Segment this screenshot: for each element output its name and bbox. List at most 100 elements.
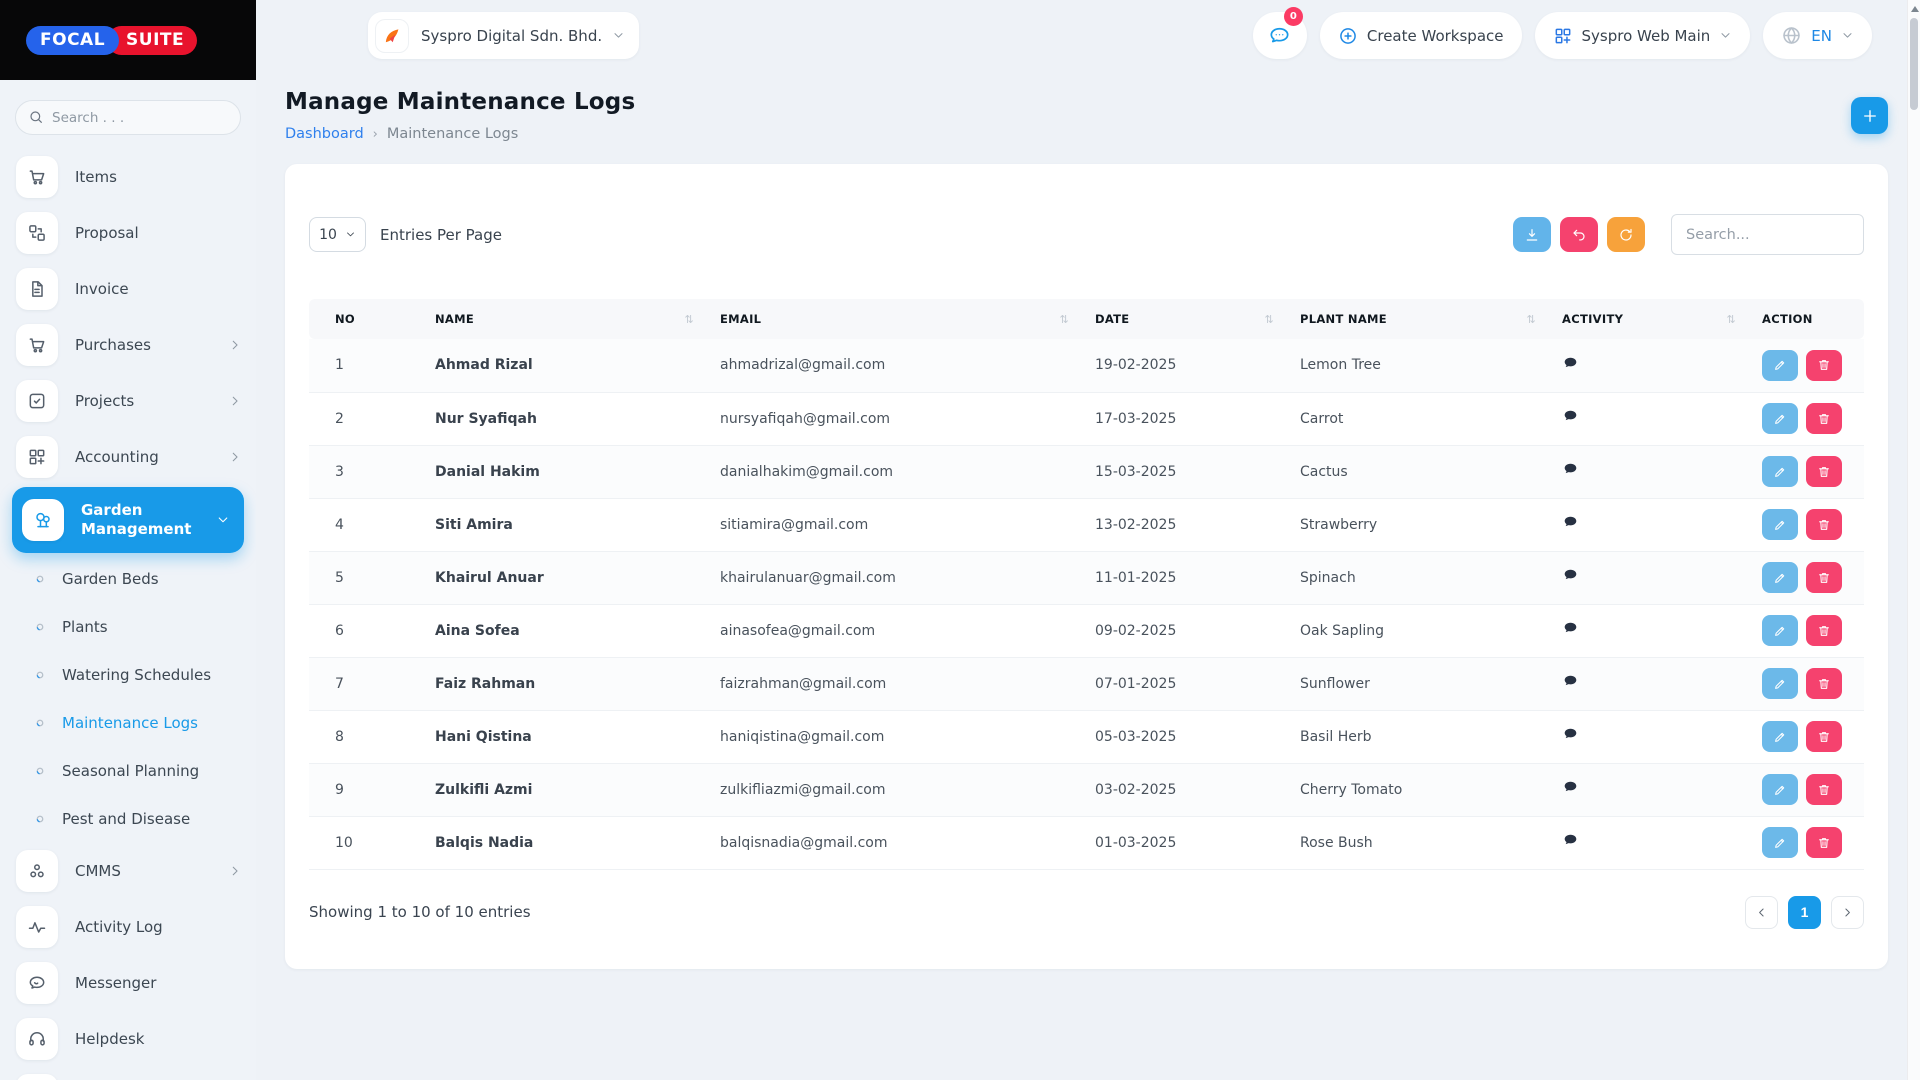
edit-button[interactable] — [1762, 509, 1798, 540]
sidebar-item-garden-management[interactable]: Garden Management — [12, 487, 244, 553]
column-header-activity[interactable]: ACTIVITY ⇅ — [1546, 299, 1746, 339]
workflow-icon — [16, 212, 58, 254]
workspace-name: Syspro Digital Sdn. Bhd. — [421, 26, 603, 45]
page-1-button[interactable]: 1 — [1788, 895, 1821, 929]
cell-no: 7 — [309, 657, 419, 711]
sidebar-item-cmms[interactable]: CMMS — [0, 843, 256, 899]
column-header-email[interactable]: EMAIL ⇅ — [704, 299, 1079, 339]
edit-button[interactable] — [1762, 721, 1798, 752]
table-row: 1 Ahmad Rizal ahmadrizal@gmail.com 19-02… — [309, 339, 1864, 393]
sidebar-subitem-pest-and-disease[interactable]: Pest and Disease — [0, 795, 256, 843]
headset-icon — [16, 1018, 58, 1060]
sidebar-item-accounting[interactable]: Accounting — [0, 429, 256, 485]
delete-button[interactable] — [1806, 349, 1842, 381]
delete-button[interactable] — [1806, 562, 1842, 593]
breadcrumb-dashboard-link[interactable]: Dashboard — [285, 126, 364, 142]
cell-plant-name: Oak Sapling — [1284, 604, 1546, 658]
activity-comment-icon[interactable] — [1562, 514, 1579, 531]
sort-icon[interactable]: ⇅ — [1526, 313, 1536, 326]
activity-comment-icon[interactable] — [1562, 673, 1579, 690]
sidebar-item-proposal[interactable]: Proposal — [0, 205, 256, 261]
sidebar-item-projects[interactable]: Projects — [0, 373, 256, 429]
language-selector[interactable]: EN — [1763, 12, 1872, 59]
pagination: 1 — [1745, 895, 1864, 929]
cell-email: faizrahman@gmail.com — [704, 657, 1079, 711]
activity-comment-icon[interactable] — [1562, 567, 1579, 584]
sidebar-item-helpdesk[interactable]: Helpdesk — [0, 1011, 256, 1067]
sidebar-subitem-watering-schedules[interactable]: Watering Schedules — [0, 651, 256, 699]
column-header-plant-name[interactable]: PLANT NAME ⇅ — [1284, 299, 1546, 339]
sort-icon[interactable]: ⇅ — [1059, 313, 1069, 326]
prev-page-button[interactable] — [1745, 895, 1778, 929]
edit-button[interactable] — [1762, 456, 1798, 487]
page-scrollbar[interactable] — [1907, 0, 1920, 1080]
cell-plant-name: Spinach — [1284, 551, 1546, 605]
next-page-button[interactable] — [1831, 895, 1864, 929]
sidebar: FOCAL SUITE Items Proposal Invoice Purch… — [0, 0, 256, 1080]
delete-button[interactable] — [1806, 615, 1842, 646]
workspace-selector[interactable]: Syspro Digital Sdn. Bhd. — [368, 12, 640, 59]
activity-comment-icon[interactable] — [1562, 620, 1579, 637]
activity-comment-icon[interactable] — [1562, 832, 1579, 849]
cell-date: 09-02-2025 — [1079, 604, 1284, 658]
table-row: 8 Hani Qistina haniqistina@gmail.com 05-… — [309, 710, 1864, 764]
cell-email: haniqistina@gmail.com — [704, 710, 1079, 764]
column-header-date[interactable]: DATE ⇅ — [1079, 299, 1284, 339]
create-workspace-button[interactable]: Create Workspace — [1319, 12, 1522, 59]
refresh-button[interactable] — [1607, 217, 1645, 252]
edit-button[interactable] — [1762, 774, 1798, 805]
table-row: 4 Siti Amira sitiamira@gmail.com 13-02-2… — [309, 498, 1864, 552]
delete-button[interactable] — [1806, 456, 1842, 487]
delete-button[interactable] — [1806, 403, 1842, 434]
messages-button[interactable]: 0 — [1252, 7, 1307, 59]
sort-icon[interactable]: ⇅ — [1726, 313, 1736, 326]
table-row: 10 Balqis Nadia balqisnadia@gmail.com 01… — [309, 816, 1864, 870]
sidebar-subitem-seasonal-planning[interactable]: Seasonal Planning — [0, 747, 256, 795]
edit-button[interactable] — [1762, 827, 1798, 858]
sidebar-search-input[interactable] — [15, 100, 241, 135]
sidebar-item-items[interactable]: Items — [0, 149, 256, 205]
edit-button[interactable] — [1762, 668, 1798, 699]
entries-per-page-select[interactable]: 10 — [309, 217, 366, 252]
download-button[interactable] — [1513, 217, 1551, 252]
cell-name: Nur Syafiqah — [419, 392, 704, 446]
sidebar-item-settings[interactable]: Settings — [0, 1067, 256, 1080]
activity-comment-icon[interactable] — [1562, 726, 1579, 743]
delete-button[interactable] — [1806, 668, 1842, 699]
app-menu-button[interactable]: Syspro Web Main — [1534, 12, 1751, 59]
cell-name: Faiz Rahman — [419, 657, 704, 711]
add-log-button[interactable] — [1851, 97, 1888, 134]
edit-button[interactable] — [1762, 349, 1798, 381]
sort-icon[interactable]: ⇅ — [1264, 313, 1274, 326]
delete-button[interactable] — [1806, 721, 1842, 752]
sidebar-item-purchases[interactable]: Purchases — [0, 317, 256, 373]
activity-comment-icon[interactable] — [1562, 779, 1579, 796]
cell-name: Balqis Nadia — [419, 816, 704, 870]
delete-button[interactable] — [1806, 827, 1842, 858]
activity-comment-icon[interactable] — [1562, 355, 1579, 372]
delete-button[interactable] — [1806, 509, 1842, 540]
sidebar-item-activity-log[interactable]: Activity Log — [0, 899, 256, 955]
column-header-name[interactable]: NAME ⇅ — [419, 299, 704, 339]
scrollbar-thumb[interactable] — [1910, 18, 1918, 110]
sidebar-subitem-garden-beds[interactable]: Garden Beds — [0, 555, 256, 603]
invoice-icon — [16, 268, 58, 310]
sort-icon[interactable]: ⇅ — [684, 313, 694, 326]
table-search-input[interactable] — [1671, 214, 1864, 255]
sidebar-item-invoice[interactable]: Invoice — [0, 261, 256, 317]
cell-email: zulkifliazmi@gmail.com — [704, 763, 1079, 817]
activity-comment-icon[interactable] — [1562, 461, 1579, 478]
undo-button[interactable] — [1560, 217, 1598, 252]
sidebar-subitem-plants[interactable]: Plants — [0, 603, 256, 651]
cell-name: Danial Hakim — [419, 445, 704, 499]
edit-button[interactable] — [1762, 562, 1798, 593]
cell-date: 19-02-2025 — [1079, 339, 1284, 393]
sidebar-item-messenger[interactable]: Messenger — [0, 955, 256, 1011]
edit-button[interactable] — [1762, 615, 1798, 646]
activity-comment-icon[interactable] — [1562, 408, 1579, 425]
delete-button[interactable] — [1806, 774, 1842, 805]
grid-icon — [1553, 26, 1573, 46]
edit-button[interactable] — [1762, 403, 1798, 434]
sidebar-subitem-maintenance-logs[interactable]: Maintenance Logs — [0, 699, 256, 747]
scrollbar-up-arrow-icon[interactable] — [1911, 6, 1919, 12]
